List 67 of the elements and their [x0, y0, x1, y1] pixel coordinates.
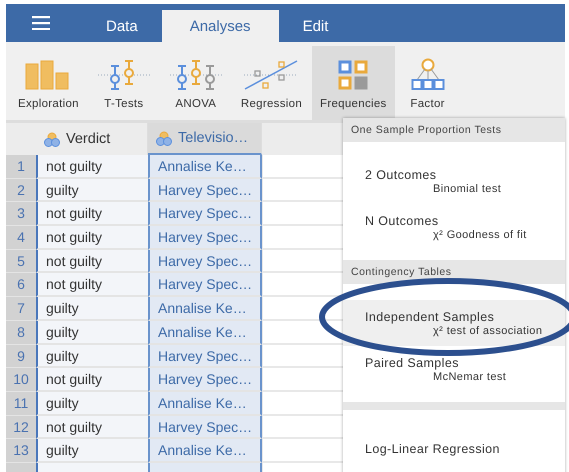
column-name: Verdict: [66, 131, 110, 147]
row-number: 12: [6, 416, 36, 440]
row-number: 3: [6, 202, 36, 226]
table-cell: Harvey Spec…: [148, 226, 262, 250]
table-cell: guilty: [36, 297, 148, 321]
menu-item[interactable]: Paired Samples McNemar test: [343, 346, 565, 392]
table-cell: not guilty: [36, 273, 148, 298]
table-cell: Harvey Spec…: [148, 178, 262, 202]
row-number: 7: [6, 297, 36, 321]
table-cell: not guilty: [36, 250, 148, 274]
table-cell: not guilty: [36, 368, 148, 392]
table-cell: Harvey Spec…: [148, 202, 262, 226]
table-cell: Harvey Spec…: [148, 368, 262, 392]
bar-chart-icon: [25, 60, 72, 90]
table-cell: not guilty: [36, 226, 148, 250]
ribbon-button[interactable]: Exploration: [10, 46, 87, 120]
column-name: Televisio…: [178, 130, 248, 146]
table-cell: guilty: [36, 344, 148, 368]
ribbon-button[interactable]: ANOVA: [160, 46, 231, 120]
section-heading: Contingency Tables: [343, 260, 565, 284]
table-cell: Harvey Spec…: [148, 250, 262, 274]
table-cell: Annalise Ke…: [148, 439, 262, 463]
table-cell: guilty: [36, 320, 148, 344]
tab[interactable]: Edit: [278, 10, 352, 42]
section-heading: One Sample Proportion Tests: [343, 118, 565, 142]
table-cell: guilty: [36, 392, 148, 416]
tab[interactable]: Analyses: [162, 10, 279, 42]
ribbon-button[interactable]: Factor: [396, 46, 459, 120]
tab[interactable]: Data: [82, 10, 162, 42]
nominal-variable-icon: [44, 132, 60, 146]
grid-squares-icon: [338, 60, 368, 90]
table-cell: Harvey Spec…: [148, 416, 262, 440]
table-cell: guilty: [36, 439, 148, 463]
row-number: 9: [6, 344, 36, 368]
table-cell: Annalise Ke…: [148, 297, 262, 321]
tree-diagram-icon: [410, 58, 445, 90]
ribbon-button[interactable]: T-Tests: [88, 46, 159, 120]
ribbon-button[interactable]: Regression: [232, 46, 310, 120]
row-number: 10: [6, 368, 36, 392]
row-number: 4: [6, 226, 36, 250]
row-number: 2: [6, 178, 36, 202]
row-number: 1: [6, 155, 36, 179]
table-cell: not guilty: [36, 155, 148, 179]
table-cell: guilty: [36, 178, 148, 202]
row-number: 8: [6, 320, 36, 344]
table-cell: Harvey Spec…: [148, 344, 262, 368]
row-number: 11: [6, 392, 36, 416]
row-number: 5: [6, 250, 36, 274]
menu-item[interactable]: Independent Samples χ² test of association: [343, 300, 565, 346]
nominal-variable-icon: [156, 130, 172, 146]
column-header[interactable]: Verdict: [36, 123, 148, 155]
error-bars-icon: [168, 60, 223, 90]
table-cell: Annalise Ke…: [148, 155, 262, 179]
table-cell: Annalise Ke…: [148, 320, 262, 344]
error-bars-icon: [96, 60, 151, 90]
ribbon-button[interactable]: Frequencies: [312, 46, 395, 120]
table-cell: Harvey Spec…: [148, 273, 262, 298]
menu-item[interactable]: Log-Linear Regression: [343, 426, 565, 472]
menu-item[interactable]: N Outcomes χ² Goodness of fit: [343, 204, 565, 250]
scatter-line-icon: [243, 60, 300, 90]
table-cell: not guilty: [36, 416, 148, 440]
table-cell: Annalise Ke…: [148, 392, 262, 416]
row-number: 13: [6, 439, 36, 463]
column-header[interactable]: Televisio…: [148, 123, 262, 155]
row-number: 6: [6, 273, 36, 298]
menu-item[interactable]: 2 Outcomes Binomial test: [343, 158, 565, 204]
table-cell: not guilty: [36, 202, 148, 226]
